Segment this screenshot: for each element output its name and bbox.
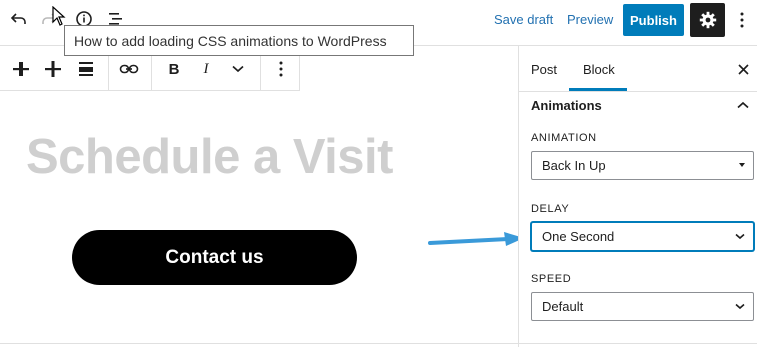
tab-post[interactable]: Post	[531, 62, 557, 78]
chevron-down-icon	[735, 223, 745, 250]
more-options-icon[interactable]	[733, 9, 751, 31]
align-left-icon[interactable]	[10, 58, 32, 80]
delay-select-value: One Second	[542, 229, 615, 244]
undo-icon[interactable]	[8, 8, 30, 30]
settings-button[interactable]	[690, 3, 725, 37]
chevron-down-icon[interactable]	[227, 58, 249, 80]
dropdown-arrow-icon	[739, 152, 745, 179]
bottom-divider	[0, 343, 757, 344]
bold-icon[interactable]: B	[163, 58, 185, 80]
gear-icon	[699, 11, 716, 29]
delay-label: DELAY	[531, 203, 570, 215]
italic-icon[interactable]: I	[195, 58, 217, 80]
speed-label: SPEED	[531, 273, 572, 285]
chevron-up-icon[interactable]	[734, 96, 752, 114]
animation-select-value: Back In Up	[542, 158, 606, 173]
preview-link[interactable]: Preview	[567, 12, 613, 28]
panel-title-animations[interactable]: Animations	[531, 98, 602, 114]
animation-label: ANIMATION	[531, 132, 597, 144]
page-heading[interactable]: Schedule a Visit	[26, 125, 393, 189]
title-tooltip: How to add loading CSS animations to Wor…	[64, 25, 414, 56]
animation-select[interactable]: Back In Up	[531, 151, 754, 180]
contact-us-button[interactable]: Contact us	[72, 230, 357, 285]
align-justify-icon[interactable]	[75, 58, 97, 80]
speed-select[interactable]: Default	[531, 292, 754, 321]
align-center-icon[interactable]	[42, 58, 64, 80]
chevron-down-icon	[735, 293, 745, 320]
close-icon[interactable]	[734, 59, 752, 79]
speed-select-value: Default	[542, 299, 584, 314]
publish-button[interactable]: Publish	[623, 4, 684, 36]
delay-select[interactable]: One Second	[531, 222, 754, 251]
save-draft-link[interactable]: Save draft	[494, 12, 553, 28]
link-icon[interactable]	[118, 58, 140, 80]
mouse-cursor-icon	[52, 5, 66, 26]
tab-block[interactable]: Block	[583, 62, 615, 78]
divider	[519, 91, 757, 92]
block-options-icon[interactable]	[271, 58, 291, 80]
annotation-arrow-icon	[428, 228, 528, 252]
